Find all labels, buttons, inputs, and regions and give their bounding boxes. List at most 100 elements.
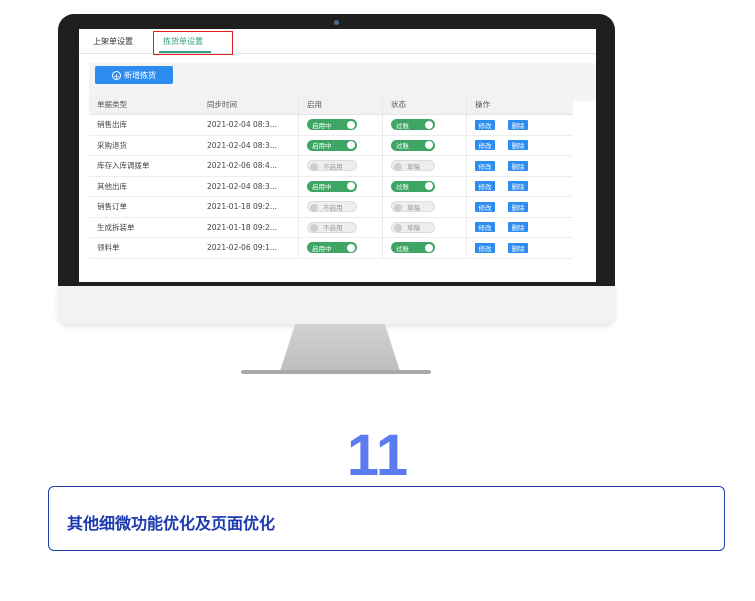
add-picking-button[interactable]: + 新增拣货 bbox=[95, 66, 173, 84]
enabled-cell: 不启用 bbox=[299, 197, 383, 217]
section-number: 11 bbox=[346, 423, 409, 488]
enabled-cell: 不启用 bbox=[299, 217, 383, 237]
status-toggle[interactable]: 草稿 bbox=[391, 221, 435, 233]
table-row: 销售出库 2021-02-04 08:3... 启用中 过账 修改 删除 bbox=[89, 115, 573, 136]
edit-button[interactable]: 修改 bbox=[475, 160, 495, 171]
actions-cell: 修改 删除 bbox=[467, 177, 573, 197]
toggle-knob bbox=[394, 224, 402, 233]
status-toggle-label: 过账 bbox=[396, 244, 409, 253]
toggle-knob bbox=[425, 120, 433, 129]
doc-type-cell: 库存入库调拨单 bbox=[97, 161, 150, 171]
doc-type-cell: 销售出库 bbox=[97, 120, 127, 130]
doc-type-cell: 领料单 bbox=[97, 243, 120, 253]
doc-type-cell: 生成拆装单 bbox=[97, 222, 135, 232]
edit-button[interactable]: 修改 bbox=[475, 201, 495, 212]
status-toggle-label: 草稿 bbox=[407, 162, 420, 171]
enabled-toggle[interactable]: 不启用 bbox=[307, 201, 357, 213]
column-header-enabled: 启用 bbox=[299, 95, 383, 114]
column-header-status: 状态 bbox=[383, 95, 467, 114]
doc-type-cell: 采购退货 bbox=[97, 140, 127, 150]
sync-time-cell: 2021-02-06 09:1... bbox=[199, 238, 299, 258]
toggle-knob bbox=[425, 182, 433, 191]
status-cell: 过账 bbox=[383, 115, 467, 135]
edit-button[interactable]: 修改 bbox=[475, 140, 495, 151]
table-row: 销售订单 2021-01-18 09:2... 不启用 草稿 修改 删除 bbox=[89, 197, 573, 218]
status-cell: 过账 bbox=[383, 135, 467, 155]
edit-button[interactable]: 修改 bbox=[475, 242, 495, 253]
table-row: 领料单 2021-02-06 09:1... 启用中 过账 修改 删除 bbox=[89, 238, 573, 259]
monitor-screen: 上架单设置 拣货单设置 + 新增拣货 单据类型 同步时间 启用 状态 操作 销售… bbox=[79, 29, 596, 282]
status-toggle-label: 过账 bbox=[396, 142, 409, 151]
status-toggle[interactable]: 草稿 bbox=[391, 160, 435, 172]
status-toggle-label: 过账 bbox=[396, 121, 409, 130]
delete-button[interactable]: 删除 bbox=[508, 160, 528, 171]
toggle-knob bbox=[394, 203, 402, 212]
toggle-knob bbox=[347, 141, 355, 150]
toggle-knob bbox=[310, 203, 318, 212]
plus-circle-icon: + bbox=[112, 70, 121, 81]
enabled-toggle-label: 启用中 bbox=[312, 244, 332, 253]
tab-putaway-settings[interactable]: 上架单设置 bbox=[93, 36, 133, 47]
status-toggle[interactable]: 过账 bbox=[391, 242, 435, 254]
toggle-knob bbox=[347, 182, 355, 191]
table-row: 其他出库 2021-02-04 08:3... 启用中 过账 修改 删除 bbox=[89, 176, 573, 197]
status-cell: 草稿 bbox=[383, 156, 467, 176]
sync-time-cell: 2021-01-18 09:2... bbox=[199, 197, 299, 217]
enabled-toggle-label: 启用中 bbox=[312, 142, 332, 151]
table-row: 库存入库调拨单 2021-02-06 08:4... 不启用 草稿 修改 删除 bbox=[89, 156, 573, 177]
table-row: 生成拆装单 2021-01-18 09:2... 不启用 草稿 修改 删除 bbox=[89, 217, 573, 238]
actions-cell: 修改 删除 bbox=[467, 238, 573, 258]
monitor-base bbox=[241, 370, 431, 374]
column-header-sync-time: 同步时间 bbox=[199, 95, 299, 114]
delete-button[interactable]: 删除 bbox=[508, 140, 528, 151]
actions-cell: 修改 删除 bbox=[467, 218, 573, 238]
sync-time-cell: 2021-02-04 08:3... bbox=[199, 135, 299, 155]
enabled-toggle-label: 不启用 bbox=[323, 203, 343, 212]
status-toggle[interactable]: 过账 bbox=[391, 119, 435, 131]
actions-cell: 修改 删除 bbox=[467, 115, 573, 135]
enabled-toggle-label: 启用中 bbox=[312, 183, 332, 192]
caption-text: 其他细微功能优化及页面优化 bbox=[67, 514, 276, 533]
delete-button[interactable]: 删除 bbox=[508, 181, 528, 192]
enabled-toggle[interactable]: 启用中 bbox=[307, 180, 357, 192]
status-toggle-label: 草稿 bbox=[407, 203, 420, 212]
edit-button[interactable]: 修改 bbox=[475, 222, 495, 233]
delete-button[interactable]: 删除 bbox=[508, 242, 528, 253]
column-header-doc-type: 单据类型 bbox=[97, 100, 127, 109]
status-cell: 过账 bbox=[383, 176, 467, 196]
table-body: 销售出库 2021-02-04 08:3... 启用中 过账 修改 删除 采购退货 2021-… bbox=[89, 115, 573, 259]
status-cell: 过账 bbox=[383, 238, 467, 258]
delete-button[interactable]: 删除 bbox=[508, 201, 528, 212]
enabled-toggle[interactable]: 启用中 bbox=[307, 119, 357, 131]
status-toggle[interactable]: 草稿 bbox=[391, 201, 435, 213]
status-toggle[interactable]: 过账 bbox=[391, 180, 435, 192]
delete-button[interactable]: 删除 bbox=[508, 222, 528, 233]
sync-time-cell: 2021-02-04 08:3... bbox=[199, 115, 299, 135]
enabled-toggle-label: 不启用 bbox=[323, 224, 343, 233]
enabled-toggle[interactable]: 启用中 bbox=[307, 242, 357, 254]
toggle-knob bbox=[347, 120, 355, 129]
edit-button[interactable]: 修改 bbox=[475, 119, 495, 130]
enabled-toggle[interactable]: 不启用 bbox=[307, 160, 357, 172]
sync-time-cell: 2021-02-04 08:3... bbox=[199, 176, 299, 196]
monitor-chin bbox=[58, 286, 615, 324]
sync-time-cell: 2021-02-06 08:4... bbox=[199, 156, 299, 176]
status-cell: 草稿 bbox=[383, 217, 467, 237]
enabled-cell: 启用中 bbox=[299, 176, 383, 196]
enabled-toggle[interactable]: 启用中 bbox=[307, 139, 357, 151]
edit-button[interactable]: 修改 bbox=[475, 181, 495, 192]
status-cell: 草稿 bbox=[383, 197, 467, 217]
actions-cell: 修改 删除 bbox=[467, 197, 573, 217]
toggle-knob bbox=[310, 224, 318, 233]
toggle-knob bbox=[394, 162, 402, 171]
enabled-toggle[interactable]: 不启用 bbox=[307, 221, 357, 233]
status-toggle[interactable]: 过账 bbox=[391, 139, 435, 151]
doc-type-cell: 其他出库 bbox=[97, 181, 127, 191]
delete-button[interactable]: 删除 bbox=[508, 119, 528, 130]
caption-box: 其他细微功能优化及页面优化 bbox=[48, 486, 725, 551]
enabled-cell: 不启用 bbox=[299, 156, 383, 176]
table-header: 单据类型 同步时间 启用 状态 操作 bbox=[89, 95, 573, 115]
doc-type-cell: 销售订单 bbox=[97, 202, 127, 212]
enabled-cell: 启用中 bbox=[299, 115, 383, 135]
actions-cell: 修改 删除 bbox=[467, 156, 573, 176]
